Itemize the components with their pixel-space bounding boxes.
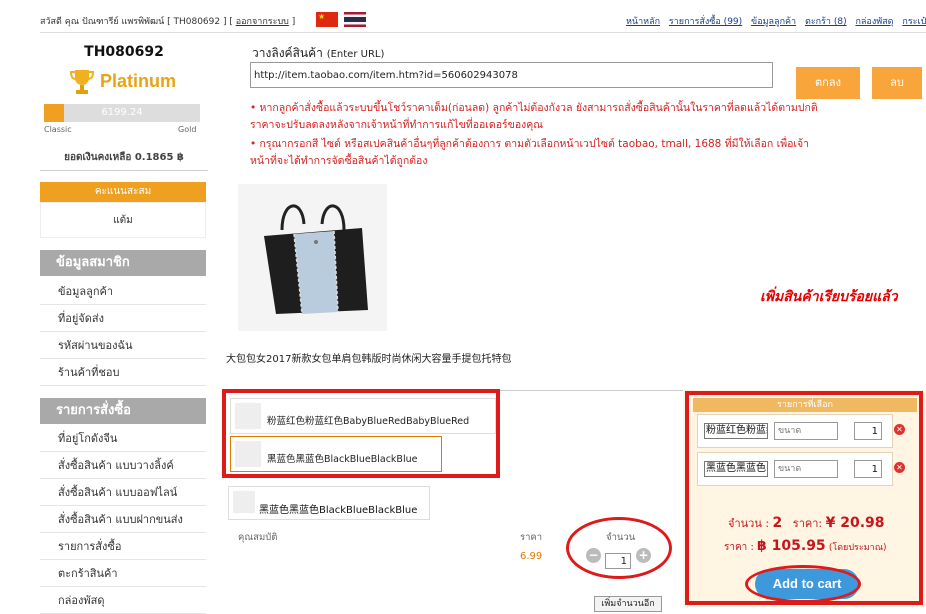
sidebar-item-china-warehouse[interactable]: ที่อยู่โกดังจีน bbox=[40, 425, 206, 452]
sidebar-item-order-by-link[interactable]: สั่งซื้อสินค้า แบบวางลิ้งค์ bbox=[40, 452, 206, 479]
price-value: 6.99 bbox=[520, 551, 543, 562]
nav-cart[interactable]: ตะกร้า (8) bbox=[805, 17, 847, 27]
sidebar-item-cart[interactable]: ตะกร้าสินค้า bbox=[40, 560, 206, 587]
divider bbox=[40, 170, 208, 171]
url-label-en: (Enter URL) bbox=[326, 49, 385, 60]
member-section-header: ข้อมูลสมาชิก bbox=[40, 250, 206, 276]
annotation-circle bbox=[566, 517, 672, 579]
sidebar-item-customer-info[interactable]: ข้อมูลลูกค้า bbox=[40, 278, 206, 305]
notice-line-3: • กรุณากรอกสี ไซต์ หรือสเปคสินค้าอื่นๆที… bbox=[250, 138, 810, 150]
logout-link[interactable]: ออกจากระบบ bbox=[236, 17, 289, 27]
product-title: 大包包女2017新款女包单肩包韩版时尚休闲大容量手提包托特包 bbox=[226, 354, 512, 365]
notice-line-2: ราคาจะปรับลดลงหลังจากเจ้าหน้าที่ทำการแก้… bbox=[250, 119, 544, 131]
tier-from-label: Classic bbox=[44, 125, 72, 134]
url-input[interactable] bbox=[250, 62, 773, 88]
nav-orders[interactable]: รายการสั่งซื้อ (99) bbox=[669, 17, 742, 27]
annotation-highlight bbox=[222, 389, 500, 478]
nav-wallet[interactable]: กระเป๋ bbox=[902, 17, 926, 27]
sidebar-item-password[interactable]: รหัสผ่านของฉัน bbox=[40, 332, 206, 359]
greeting-text: สวัสดี คุณ ปัณฑารีย์ แพรพิพัฒน์ [ TH0806… bbox=[40, 17, 233, 27]
notice-line-1: • หากลูกค้าสั่งซื้อแล้วระบบขึ้นโชว์ราคาเ… bbox=[250, 102, 818, 114]
notice-line-4: หน้าที่จะได้ทำการจัดซื้อสินค้าได้ถูกต้อง bbox=[250, 155, 428, 167]
points-header: คะแนนสะสม bbox=[40, 182, 206, 202]
url-label-th: วางลิงค์สินค้า bbox=[252, 46, 323, 60]
selected-option-label: 黑蓝色黑蓝色BlackBlueBlackBlue bbox=[259, 505, 418, 516]
sidebar-item-order-list[interactable]: รายการสั่งซื้อ bbox=[40, 533, 206, 560]
product-image bbox=[238, 184, 387, 331]
selected-option-card: 黑蓝色黑蓝色BlackBlueBlackBlue bbox=[228, 486, 430, 520]
annotation-highlight bbox=[685, 391, 923, 605]
selected-option-thumbnail bbox=[233, 491, 255, 513]
delete-button[interactable]: ลบ bbox=[872, 67, 922, 99]
tier-to-label: Gold bbox=[178, 125, 197, 134]
nav-home[interactable]: หน้าหลัก bbox=[626, 17, 660, 27]
greeting-end: ] bbox=[291, 17, 296, 27]
ok-button[interactable]: ตกลง bbox=[796, 67, 860, 99]
top-divider bbox=[40, 32, 926, 33]
header-property: คุณสมบัติ bbox=[238, 532, 278, 543]
sidebar-item-parcels[interactable]: กล่องพัสดุ bbox=[40, 587, 206, 614]
member-id: TH080692 bbox=[84, 44, 164, 60]
nav-customer-info[interactable]: ข้อมูลลูกค้า bbox=[751, 17, 796, 27]
trophy-icon bbox=[70, 70, 94, 94]
top-nav: หน้าหลัก รายการสั่งซื้อ (99) ข้อมูลลูกค้… bbox=[626, 14, 926, 28]
thailand-flag-icon[interactable] bbox=[344, 12, 366, 27]
header-price: ราคา bbox=[520, 532, 543, 543]
points-box: แต้ม bbox=[40, 202, 206, 238]
order-section-header: รายการสั่งซื้อ bbox=[40, 398, 206, 424]
points-progress-bar: 6199.24 bbox=[44, 104, 200, 122]
balance: ยอดเงินคงเหลือ 0.1865 ฿ bbox=[64, 152, 184, 163]
china-flag-icon[interactable]: ★ bbox=[316, 12, 338, 27]
add-more-button[interactable]: เพิ่มจำนวนอีก bbox=[594, 596, 662, 612]
handbag-image bbox=[238, 184, 387, 331]
points-value: 6199.24 bbox=[101, 107, 143, 118]
sidebar-item-favorite-shops[interactable]: ร้านค้าที่ชอบ bbox=[40, 359, 206, 386]
sidebar-item-order-offline[interactable]: สั่งซื้อสินค้า แบบออฟไลน์ bbox=[40, 479, 206, 506]
tier-name: Platinum bbox=[100, 71, 177, 91]
greeting: สวัสดี คุณ ปัณฑารีย์ แพรพิพัฒน์ [ TH0806… bbox=[40, 14, 295, 28]
sidebar-item-shipping-address[interactable]: ที่อยู่จัดส่ง bbox=[40, 305, 206, 332]
nav-parcels[interactable]: กล่องพัสดุ bbox=[855, 17, 893, 27]
url-label: วางลิงค์สินค้า (Enter URL) bbox=[252, 44, 384, 63]
added-success-message: เพิ่มสินค้าเรียบร้อยแล้ว bbox=[760, 289, 898, 305]
sidebar-item-order-shipping[interactable]: สั่งซื้อสินค้า แบบฝากขนส่ง bbox=[40, 506, 206, 533]
